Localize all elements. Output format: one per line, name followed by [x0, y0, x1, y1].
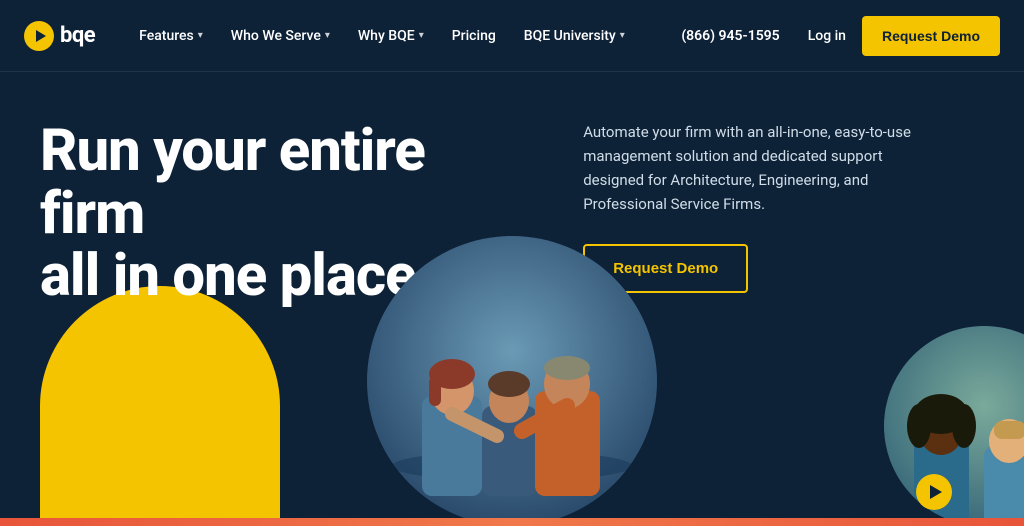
chevron-down-icon: ▾: [325, 30, 330, 41]
chevron-down-icon: ▾: [419, 30, 424, 41]
logo-link[interactable]: bqe: [24, 21, 95, 51]
hero-section: Run your entire firm all in one place Au…: [0, 72, 1024, 526]
hero-description: Automate your firm with an all-in-one, e…: [583, 120, 923, 216]
request-demo-button-nav[interactable]: Request Demo: [862, 16, 1000, 56]
logo-icon: [24, 21, 54, 51]
login-link[interactable]: Log in: [792, 20, 862, 52]
nav-item-pricing[interactable]: Pricing: [440, 20, 508, 52]
chevron-down-icon: ▾: [620, 30, 625, 41]
nav-item-who-we-serve[interactable]: Who We Serve ▾: [219, 20, 342, 52]
navbar: bqe Features ▾ Who We Serve ▾ Why BQE ▾ …: [0, 0, 1024, 72]
nav-item-features[interactable]: Features ▾: [127, 20, 215, 52]
nav-item-bqe-university[interactable]: BQE University ▾: [512, 20, 637, 52]
brand-name: bqe: [60, 23, 95, 48]
people-group-svg: [367, 236, 657, 526]
phone-number: (866) 945-1595: [669, 20, 791, 52]
center-circle-image: [367, 236, 657, 526]
chevron-down-icon: ▾: [198, 30, 203, 41]
bottom-bar: [0, 518, 1024, 526]
nav-links: Features ▾ Who We Serve ▾ Why BQE ▾ Pric…: [127, 20, 669, 52]
play-button[interactable]: [916, 474, 952, 510]
nav-item-why-bqe[interactable]: Why BQE ▾: [346, 20, 436, 52]
center-circle-inner: [367, 236, 657, 526]
